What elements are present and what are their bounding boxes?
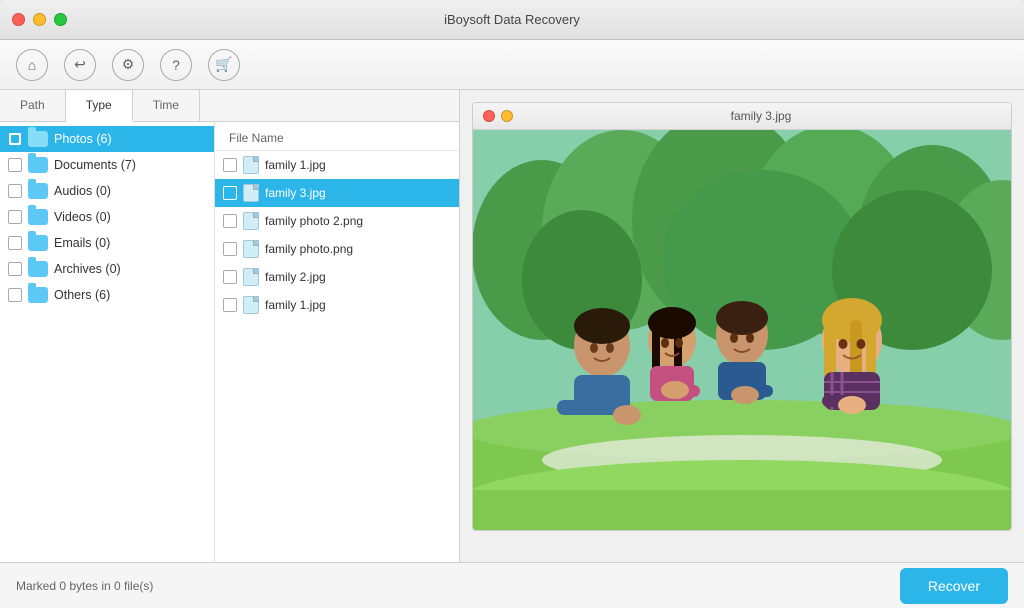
archives-folder-icon	[28, 261, 48, 277]
category-documents[interactable]: Documents (7)	[0, 152, 214, 178]
preview-window-controls	[483, 110, 513, 122]
audios-folder-icon	[28, 183, 48, 199]
main-content: Path Type Time Photos (6) Documents (7)	[0, 90, 1024, 562]
category-videos[interactable]: Videos (0)	[0, 204, 214, 230]
emails-folder-icon	[28, 235, 48, 251]
toolbar: ⌂ ↩ ⚙ ? 🛒	[0, 40, 1024, 90]
minimize-button[interactable]	[33, 13, 46, 26]
window-controls	[12, 13, 67, 26]
back-icon[interactable]: ↩	[64, 49, 96, 81]
category-audios[interactable]: Audios (0)	[0, 178, 214, 204]
file-item[interactable]: family 2.jpg	[215, 263, 459, 291]
file-4-checkbox[interactable]	[223, 242, 237, 256]
photos-folder-icon	[28, 131, 48, 147]
file-1-name: family 1.jpg	[265, 158, 326, 172]
category-archives-label: Archives (0)	[54, 262, 121, 276]
file-list-header: File Name	[215, 126, 459, 151]
file-3-name: family photo 2.png	[265, 214, 363, 228]
category-videos-checkbox[interactable]	[8, 210, 22, 224]
category-photos-checkbox[interactable]	[8, 132, 22, 146]
maximize-button[interactable]	[54, 13, 67, 26]
status-bar: Marked 0 bytes in 0 file(s) Recover	[0, 562, 1024, 608]
category-documents-label: Documents (7)	[54, 158, 136, 172]
preview-window: family 3.jpg	[472, 102, 1012, 531]
category-archives-checkbox[interactable]	[8, 262, 22, 276]
preview-title: family 3.jpg	[521, 109, 1001, 123]
preview-titlebar: family 3.jpg	[473, 103, 1011, 130]
file-2-name: family 3.jpg	[265, 186, 326, 200]
file-5-name: family 2.jpg	[265, 270, 326, 284]
category-others-label: Others (6)	[54, 288, 110, 302]
settings-icon[interactable]: ⚙	[112, 49, 144, 81]
file-item[interactable]: family photo 2.png	[215, 207, 459, 235]
file-6-icon	[243, 296, 259, 314]
file-5-icon	[243, 268, 259, 286]
category-emails-label: Emails (0)	[54, 236, 110, 250]
file-3-icon	[243, 212, 259, 230]
file-6-checkbox[interactable]	[223, 298, 237, 312]
home-icon[interactable]: ⌂	[16, 49, 48, 81]
category-tree: Photos (6) Documents (7) Audios (0) Vide…	[0, 122, 215, 562]
tab-path[interactable]: Path	[0, 90, 66, 121]
category-audios-checkbox[interactable]	[8, 184, 22, 198]
tabs: Path Type Time	[0, 90, 459, 122]
split-pane: Photos (6) Documents (7) Audios (0) Vide…	[0, 122, 459, 562]
category-videos-label: Videos (0)	[54, 210, 111, 224]
documents-folder-icon	[28, 157, 48, 173]
others-folder-icon	[28, 287, 48, 303]
file-item[interactable]: family photo.png	[215, 235, 459, 263]
file-1-checkbox[interactable]	[223, 158, 237, 172]
preview-panel: family 3.jpg	[460, 90, 1024, 562]
file-list: File Name family 1.jpg family 3.jpg fami…	[215, 122, 459, 562]
tab-time[interactable]: Time	[133, 90, 200, 121]
category-others[interactable]: Others (6)	[0, 282, 214, 308]
preview-minimize-button[interactable]	[501, 110, 513, 122]
close-button[interactable]	[12, 13, 25, 26]
file-1-icon	[243, 156, 259, 174]
videos-folder-icon	[28, 209, 48, 225]
category-emails-checkbox[interactable]	[8, 236, 22, 250]
family-photo	[473, 130, 1011, 530]
category-photos-label: Photos (6)	[54, 132, 112, 146]
file-2-icon	[243, 184, 259, 202]
help-icon[interactable]: ?	[160, 49, 192, 81]
category-audios-label: Audios (0)	[54, 184, 111, 198]
category-others-checkbox[interactable]	[8, 288, 22, 302]
status-text: Marked 0 bytes in 0 file(s)	[16, 579, 153, 593]
file-item-selected[interactable]: family 3.jpg	[215, 179, 459, 207]
category-documents-checkbox[interactable]	[8, 158, 22, 172]
file-6-name: family 1.jpg	[265, 298, 326, 312]
title-bar: iBoysoft Data Recovery	[0, 0, 1024, 40]
file-5-checkbox[interactable]	[223, 270, 237, 284]
file-4-icon	[243, 240, 259, 258]
left-panel: Path Type Time Photos (6) Documents (7)	[0, 90, 460, 562]
category-emails[interactable]: Emails (0)	[0, 230, 214, 256]
file-item[interactable]: family 1.jpg	[215, 151, 459, 179]
file-list-header-label: File Name	[229, 131, 284, 145]
file-3-checkbox[interactable]	[223, 214, 237, 228]
file-4-name: family photo.png	[265, 242, 353, 256]
file-2-checkbox[interactable]	[223, 186, 237, 200]
file-item[interactable]: family 1.jpg	[215, 291, 459, 319]
cart-icon[interactable]: 🛒	[208, 49, 240, 81]
preview-image-container	[473, 130, 1011, 530]
preview-close-button[interactable]	[483, 110, 495, 122]
app-title: iBoysoft Data Recovery	[444, 12, 580, 27]
category-archives[interactable]: Archives (0)	[0, 256, 214, 282]
tab-type[interactable]: Type	[66, 90, 133, 122]
recover-button[interactable]: Recover	[900, 568, 1008, 604]
category-photos[interactable]: Photos (6)	[0, 126, 214, 152]
